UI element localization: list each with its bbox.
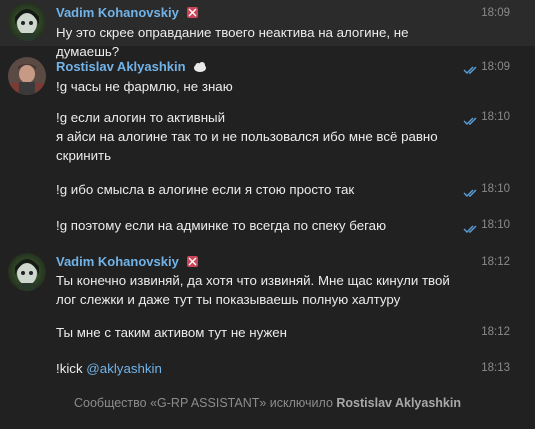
cloud-icon [193,61,207,76]
message-text: !kick @aklyashkin [56,359,456,378]
message-author[interactable]: Vadim Kohanovskiy [56,5,199,22]
mention-link[interactable]: @aklyashkin [86,361,162,376]
message-text: !g если алогин то активный я айси на ало… [56,110,438,163]
message-time: 18:10 [481,183,510,195]
read-ticks-icon [463,62,479,80]
author-name[interactable]: Vadim Kohanovskiy [56,254,179,269]
author-name[interactable]: Rostislav Aklyashkin [56,59,186,74]
message-text: !g ибо смысла в алогине если я стою прос… [56,182,355,197]
read-ticks-icon [463,113,479,131]
message-text: Ты мне с таким активом тут не нужен [56,325,288,340]
avatar-rostislav[interactable] [8,57,46,95]
message-text: !g часы не фармлю, не знаю [56,79,233,94]
flag-icon [186,255,199,271]
message-command: !kick [56,361,87,376]
message-time: 18:09 [481,7,510,19]
message-text: Ну это скрее оправдание твоего неактива … [56,25,409,59]
read-ticks-icon [463,221,479,239]
read-ticks-icon [463,185,479,203]
message-time: 18:12 [481,256,510,268]
author-name[interactable]: Vadim Kohanovskiy [56,5,179,20]
message-text: Ты конечно извиняй, да хотя что извиняй.… [56,273,450,307]
avatar-vadim[interactable] [8,3,46,41]
message-author[interactable]: Vadim Kohanovskiy [56,254,199,271]
flag-icon [186,6,199,22]
service-message-user[interactable]: Rostislav Aklyashkin [336,396,461,410]
message-time: 18:13 [481,362,510,374]
chat-history: Vadim Kohanovskiy 18:09 Ну это скрее опр… [0,0,535,429]
message-text: !g поэтому если на админке то всегда по … [56,218,387,233]
message-time: 18:12 [481,326,510,338]
message-time: 18:10 [481,219,510,231]
message-time: 18:10 [481,111,510,123]
avatar-vadim[interactable] [8,253,46,291]
service-message: Сообщество «G-RP ASSISTANT» исключило Ro… [0,396,535,410]
service-message-text: Сообщество «G-RP ASSISTANT» исключило [74,396,337,410]
message-time: 18:09 [481,61,510,73]
message-author[interactable]: Rostislav Aklyashkin [56,59,207,76]
